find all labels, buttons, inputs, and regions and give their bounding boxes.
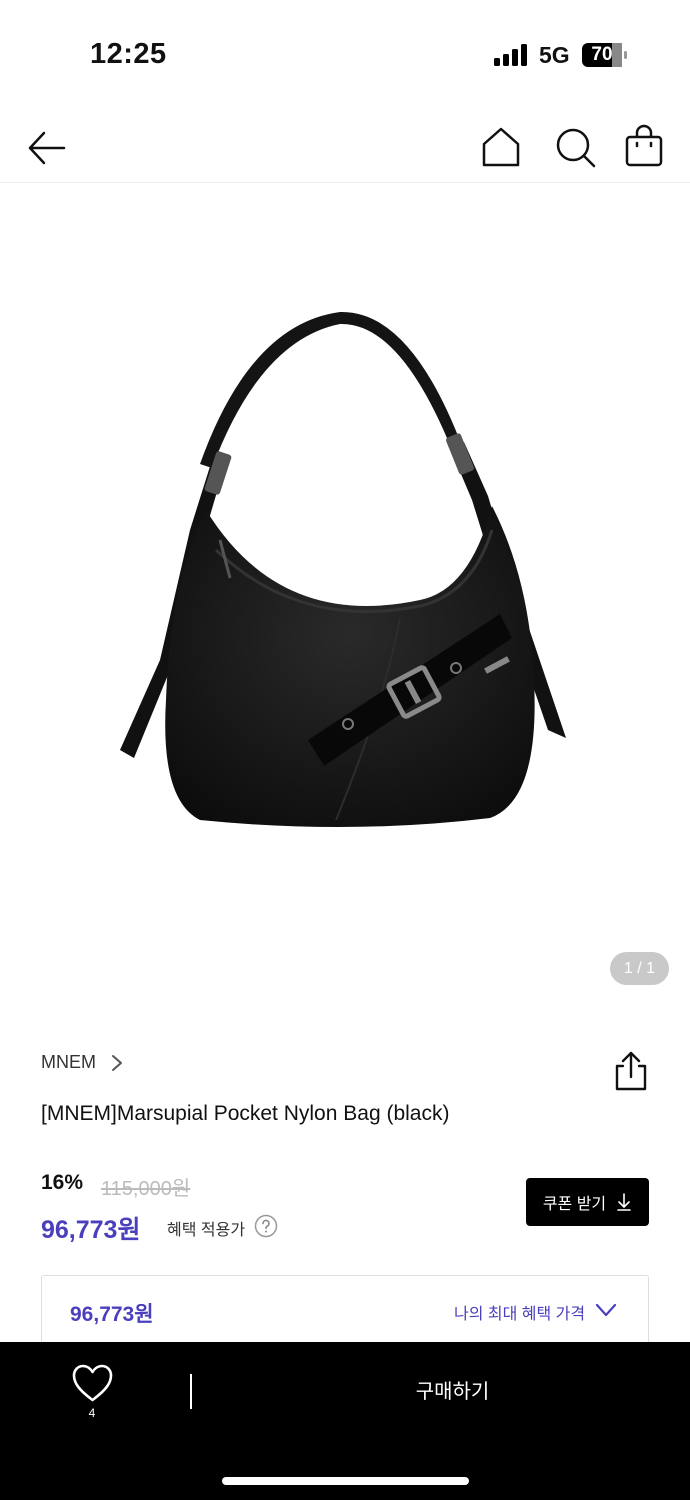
network-label: 5G	[539, 42, 570, 68]
chevron-down-icon[interactable]	[594, 1300, 618, 1320]
coupon-button[interactable]: 쿠폰 받기	[526, 1178, 649, 1226]
home-indicator	[222, 1477, 469, 1485]
original-price: 115,000원	[101, 1178, 191, 1200]
product-title: [MNEM]Marsupial Pocket Nylon Bag (black)	[41, 1102, 450, 1125]
question-icon[interactable]	[254, 1214, 278, 1238]
max-benefit-price: 96,773원	[70, 1303, 154, 1326]
share-icon[interactable]	[610, 1050, 652, 1092]
status-time: 12:25	[90, 38, 167, 70]
sale-price: 96,773원	[41, 1216, 141, 1244]
discount-rate: 16%	[41, 1171, 84, 1194]
shopping-bag-icon[interactable]	[622, 124, 666, 168]
arrow-left-icon[interactable]	[24, 126, 68, 170]
benefit-label: 혜택 적용가	[167, 1222, 246, 1239]
home-icon[interactable]	[479, 125, 523, 169]
battery-level: 70	[591, 44, 613, 65]
chevron-right-icon[interactable]	[110, 1053, 124, 1073]
bar-divider	[190, 1374, 192, 1409]
nav-divider	[0, 182, 690, 183]
brand-link[interactable]: MNEM	[41, 1052, 96, 1073]
download-icon	[617, 1193, 631, 1211]
coupon-label: 쿠폰 받기	[542, 1196, 607, 1213]
search-icon[interactable]	[553, 125, 597, 169]
product-image[interactable]	[100, 300, 590, 860]
heart-icon[interactable]	[71, 1363, 114, 1403]
image-pager: 1 / 1	[610, 952, 669, 985]
buy-button[interactable]: 구매하기	[300, 1372, 605, 1412]
max-benefit-label[interactable]: 나의 최대 혜택 가격	[454, 1300, 585, 1324]
signal-icon	[494, 44, 527, 66]
wish-count: 4	[88, 1406, 96, 1420]
